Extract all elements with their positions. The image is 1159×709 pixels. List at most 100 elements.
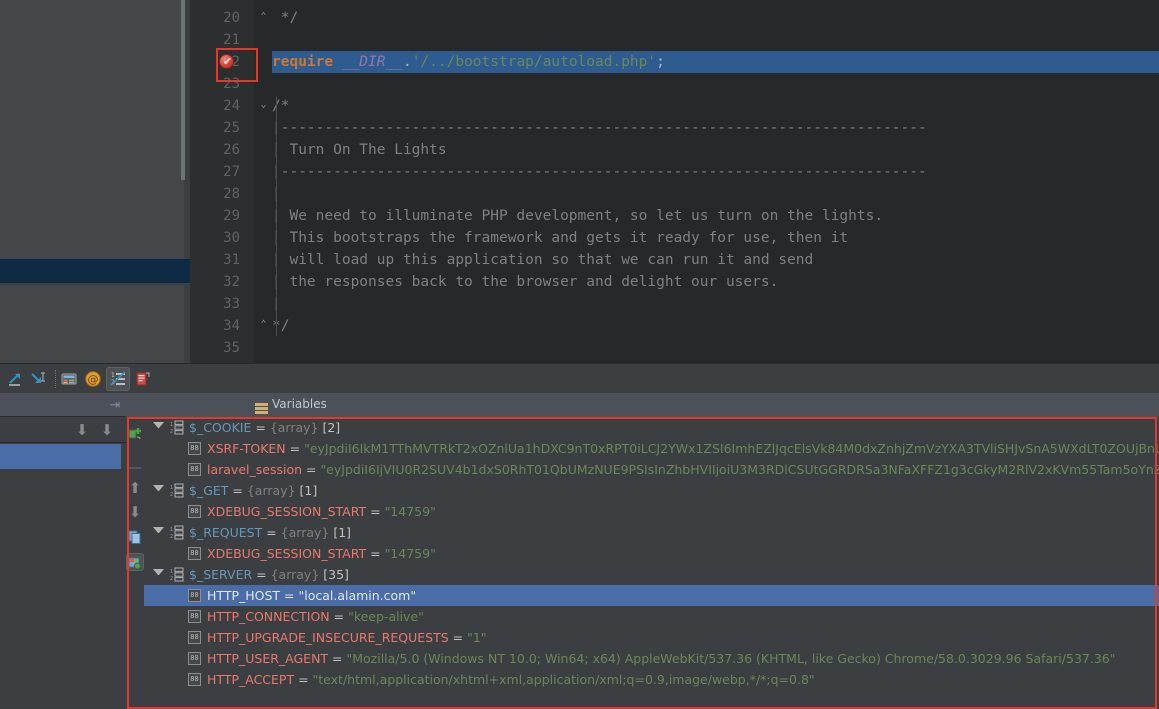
- line-number[interactable]: 34: [190, 315, 240, 337]
- evaluate-expression-icon[interactable]: [60, 370, 78, 388]
- line-number[interactable]: 23: [190, 73, 240, 95]
- variable-row[interactable]: 88 XDEBUG_SESSION_START = "14759": [144, 543, 1159, 564]
- key-value-icon: 88: [188, 463, 201, 476]
- code-line[interactable]: 35: [190, 337, 1159, 359]
- line-number[interactable]: 25: [190, 117, 240, 139]
- code-line[interactable]: 34 ⌃ */: [190, 315, 1159, 337]
- code-line[interactable]: 33|: [190, 293, 1159, 315]
- variable-row[interactable]: 88 XDEBUG_SESSION_START = "14759": [144, 501, 1159, 522]
- line-number[interactable]: 27: [190, 161, 240, 183]
- code-line[interactable]: 27 |-------------------------------------…: [190, 161, 1159, 183]
- left-panel-scrollbar[interactable]: [181, 0, 185, 180]
- variable-row[interactable]: 88 HTTP_USER_AGENT = "Mozilla/5.0 (Window…: [144, 648, 1159, 669]
- code-line[interactable]: 24 ⌄/*: [190, 95, 1159, 117]
- code-line[interactable]: 32 | the responses back to the browser an…: [190, 271, 1159, 293]
- add-watch-icon[interactable]: [127, 425, 143, 445]
- code-line[interactable]: 22require __DIR__.'/../bootstrap/autoloa…: [190, 51, 1159, 73]
- line-number[interactable]: 32: [190, 271, 240, 293]
- force-step-into-icon[interactable]: [29, 370, 47, 388]
- variable-row[interactable]: 88 XSRF-TOKEN = "eyJpdiI6IkM1TThMVTRkT2xO…: [144, 438, 1159, 459]
- tree-expanded-icon[interactable]: [153, 422, 164, 433]
- tree-expanded-icon[interactable]: [153, 569, 164, 580]
- tree-expanded-icon[interactable]: [153, 527, 164, 538]
- variable-equals: =: [228, 483, 247, 498]
- variable-value: "14759": [384, 504, 436, 519]
- variable-name: laravel_session: [207, 462, 303, 477]
- line-number[interactable]: 26: [190, 139, 240, 161]
- variable-label: $_COOKIE = {array} [2]: [189, 417, 340, 438]
- code-line[interactable]: 20 ⌃ */: [190, 7, 1159, 29]
- fold-start-icon[interactable]: ⌄: [258, 100, 269, 111]
- variable-row[interactable]: 88 HTTP_HOST = "local.alamin.com": [144, 585, 1159, 606]
- breakpoint-icon[interactable]: ✔: [219, 54, 234, 69]
- fold-end-icon[interactable]: ⌃: [258, 320, 269, 331]
- variables-view-icon[interactable]: 1 2: [109, 370, 127, 388]
- code-line[interactable]: 25 |-------------------------------------…: [190, 117, 1159, 139]
- left-side-panel: [0, 0, 192, 363]
- hide-panel-icon[interactable]: ⇥: [108, 399, 122, 413]
- line-number[interactable]: 28: [190, 183, 240, 205]
- variable-equals: =: [285, 441, 305, 456]
- variable-row[interactable]: 1 2 $_SERVER = {array} [35]: [144, 564, 1159, 585]
- variable-label: XSRF-TOKEN = "eyJpdiI6IkM1TThMVTRkT2xOZn…: [207, 438, 1159, 459]
- left-panel-divider: [0, 283, 192, 285]
- step-into-icon[interactable]: [6, 370, 24, 388]
- variables-tree[interactable]: 1 2 $_COOKIE = {array} [2] 88 XSRF-TOKEN = "…: [144, 417, 1159, 709]
- line-number[interactable]: 31: [190, 249, 240, 271]
- code-line[interactable]: 30 | This bootstraps the framework and ge…: [190, 227, 1159, 249]
- line-number[interactable]: 35: [190, 337, 240, 359]
- line-number[interactable]: 24: [190, 95, 240, 117]
- move-down-icon[interactable]: ⬇: [128, 505, 142, 520]
- code-editor[interactable]: 20 ⌃ */ 2122require __DIR__.'/../bootstrap…: [190, 0, 1159, 363]
- code-line[interactable]: 28|: [190, 183, 1159, 205]
- variable-row[interactable]: 1 2 $_GET = {array} [1]: [144, 480, 1159, 501]
- at-sign-icon[interactable]: @: [84, 370, 102, 388]
- variable-count: [35]: [319, 567, 349, 582]
- variable-label: $_GET = {array} [1]: [189, 480, 317, 501]
- left-panel-highlighted-row[interactable]: [0, 259, 192, 283]
- svg-text:1: 1: [170, 422, 173, 428]
- line-number[interactable]: 30: [190, 227, 240, 249]
- line-number[interactable]: 33: [190, 293, 240, 315]
- line-number[interactable]: 29: [190, 205, 240, 227]
- variable-name: $_GET: [189, 483, 229, 498]
- code-text: require __DIR__.'/../bootstrap/autoload.…: [272, 54, 665, 70]
- line-number[interactable]: 21: [190, 29, 240, 51]
- toolbar-separator: [55, 370, 56, 388]
- variable-row[interactable]: 88 laravel_session = "eyJpdiI6IjVIU0R2SUV…: [144, 459, 1159, 480]
- selected-frame-row[interactable]: [0, 444, 121, 469]
- variable-row[interactable]: 1 2 $_COOKIE = {array} [2]: [144, 417, 1159, 438]
- move-down-frame-icon[interactable]: ⬇: [100, 423, 114, 438]
- code-line[interactable]: 23: [190, 73, 1159, 95]
- remove-watch-icon[interactable]: —: [128, 461, 142, 475]
- line-number[interactable]: 20: [190, 7, 240, 29]
- variable-value: "Mozilla/5.0 (Windows NT 10.0; Win64; x6…: [346, 651, 1116, 666]
- move-up-icon[interactable]: ⬆: [128, 481, 142, 496]
- tree-expanded-icon[interactable]: [153, 485, 164, 496]
- variable-equals: =: [262, 525, 281, 540]
- code-line[interactable]: 26 | Turn On The Lights: [190, 139, 1159, 161]
- code-line[interactable]: 31 | will load up this application so tha…: [190, 249, 1159, 271]
- key-value-icon: 88: [188, 652, 201, 665]
- export-threads-icon[interactable]: [134, 370, 152, 388]
- indent-guide: [276, 96, 277, 336]
- variable-value: "1": [467, 630, 487, 645]
- variable-equals: =: [280, 588, 299, 603]
- fold-end-icon[interactable]: ⌃: [258, 12, 269, 23]
- variable-count: [1]: [295, 483, 318, 498]
- code-line[interactable]: 21: [190, 29, 1159, 51]
- svg-text:2: 2: [170, 492, 173, 498]
- inspect-icon[interactable]: [128, 555, 142, 574]
- variable-row[interactable]: 88 HTTP_CONNECTION = "keep-alive": [144, 606, 1159, 627]
- variable-equals: =: [328, 651, 347, 666]
- key-value-icon: 88: [188, 610, 201, 623]
- variable-value: "14759": [384, 546, 436, 561]
- copy-value-icon[interactable]: [128, 529, 142, 548]
- step-down-icon[interactable]: ⬇: [75, 423, 89, 438]
- variable-value: "text/html,application/xhtml+xml,applica…: [312, 672, 815, 687]
- variable-row[interactable]: 88 HTTP_ACCEPT = "text/html,application/x…: [144, 669, 1159, 690]
- code-line[interactable]: 29 | We need to illuminate PHP developmen…: [190, 205, 1159, 227]
- variable-name: HTTP_CONNECTION: [207, 609, 330, 624]
- variable-row[interactable]: 88 HTTP_UPGRADE_INSECURE_REQUESTS = "1": [144, 627, 1159, 648]
- variable-row[interactable]: 1 2 $_REQUEST = {array} [1]: [144, 522, 1159, 543]
